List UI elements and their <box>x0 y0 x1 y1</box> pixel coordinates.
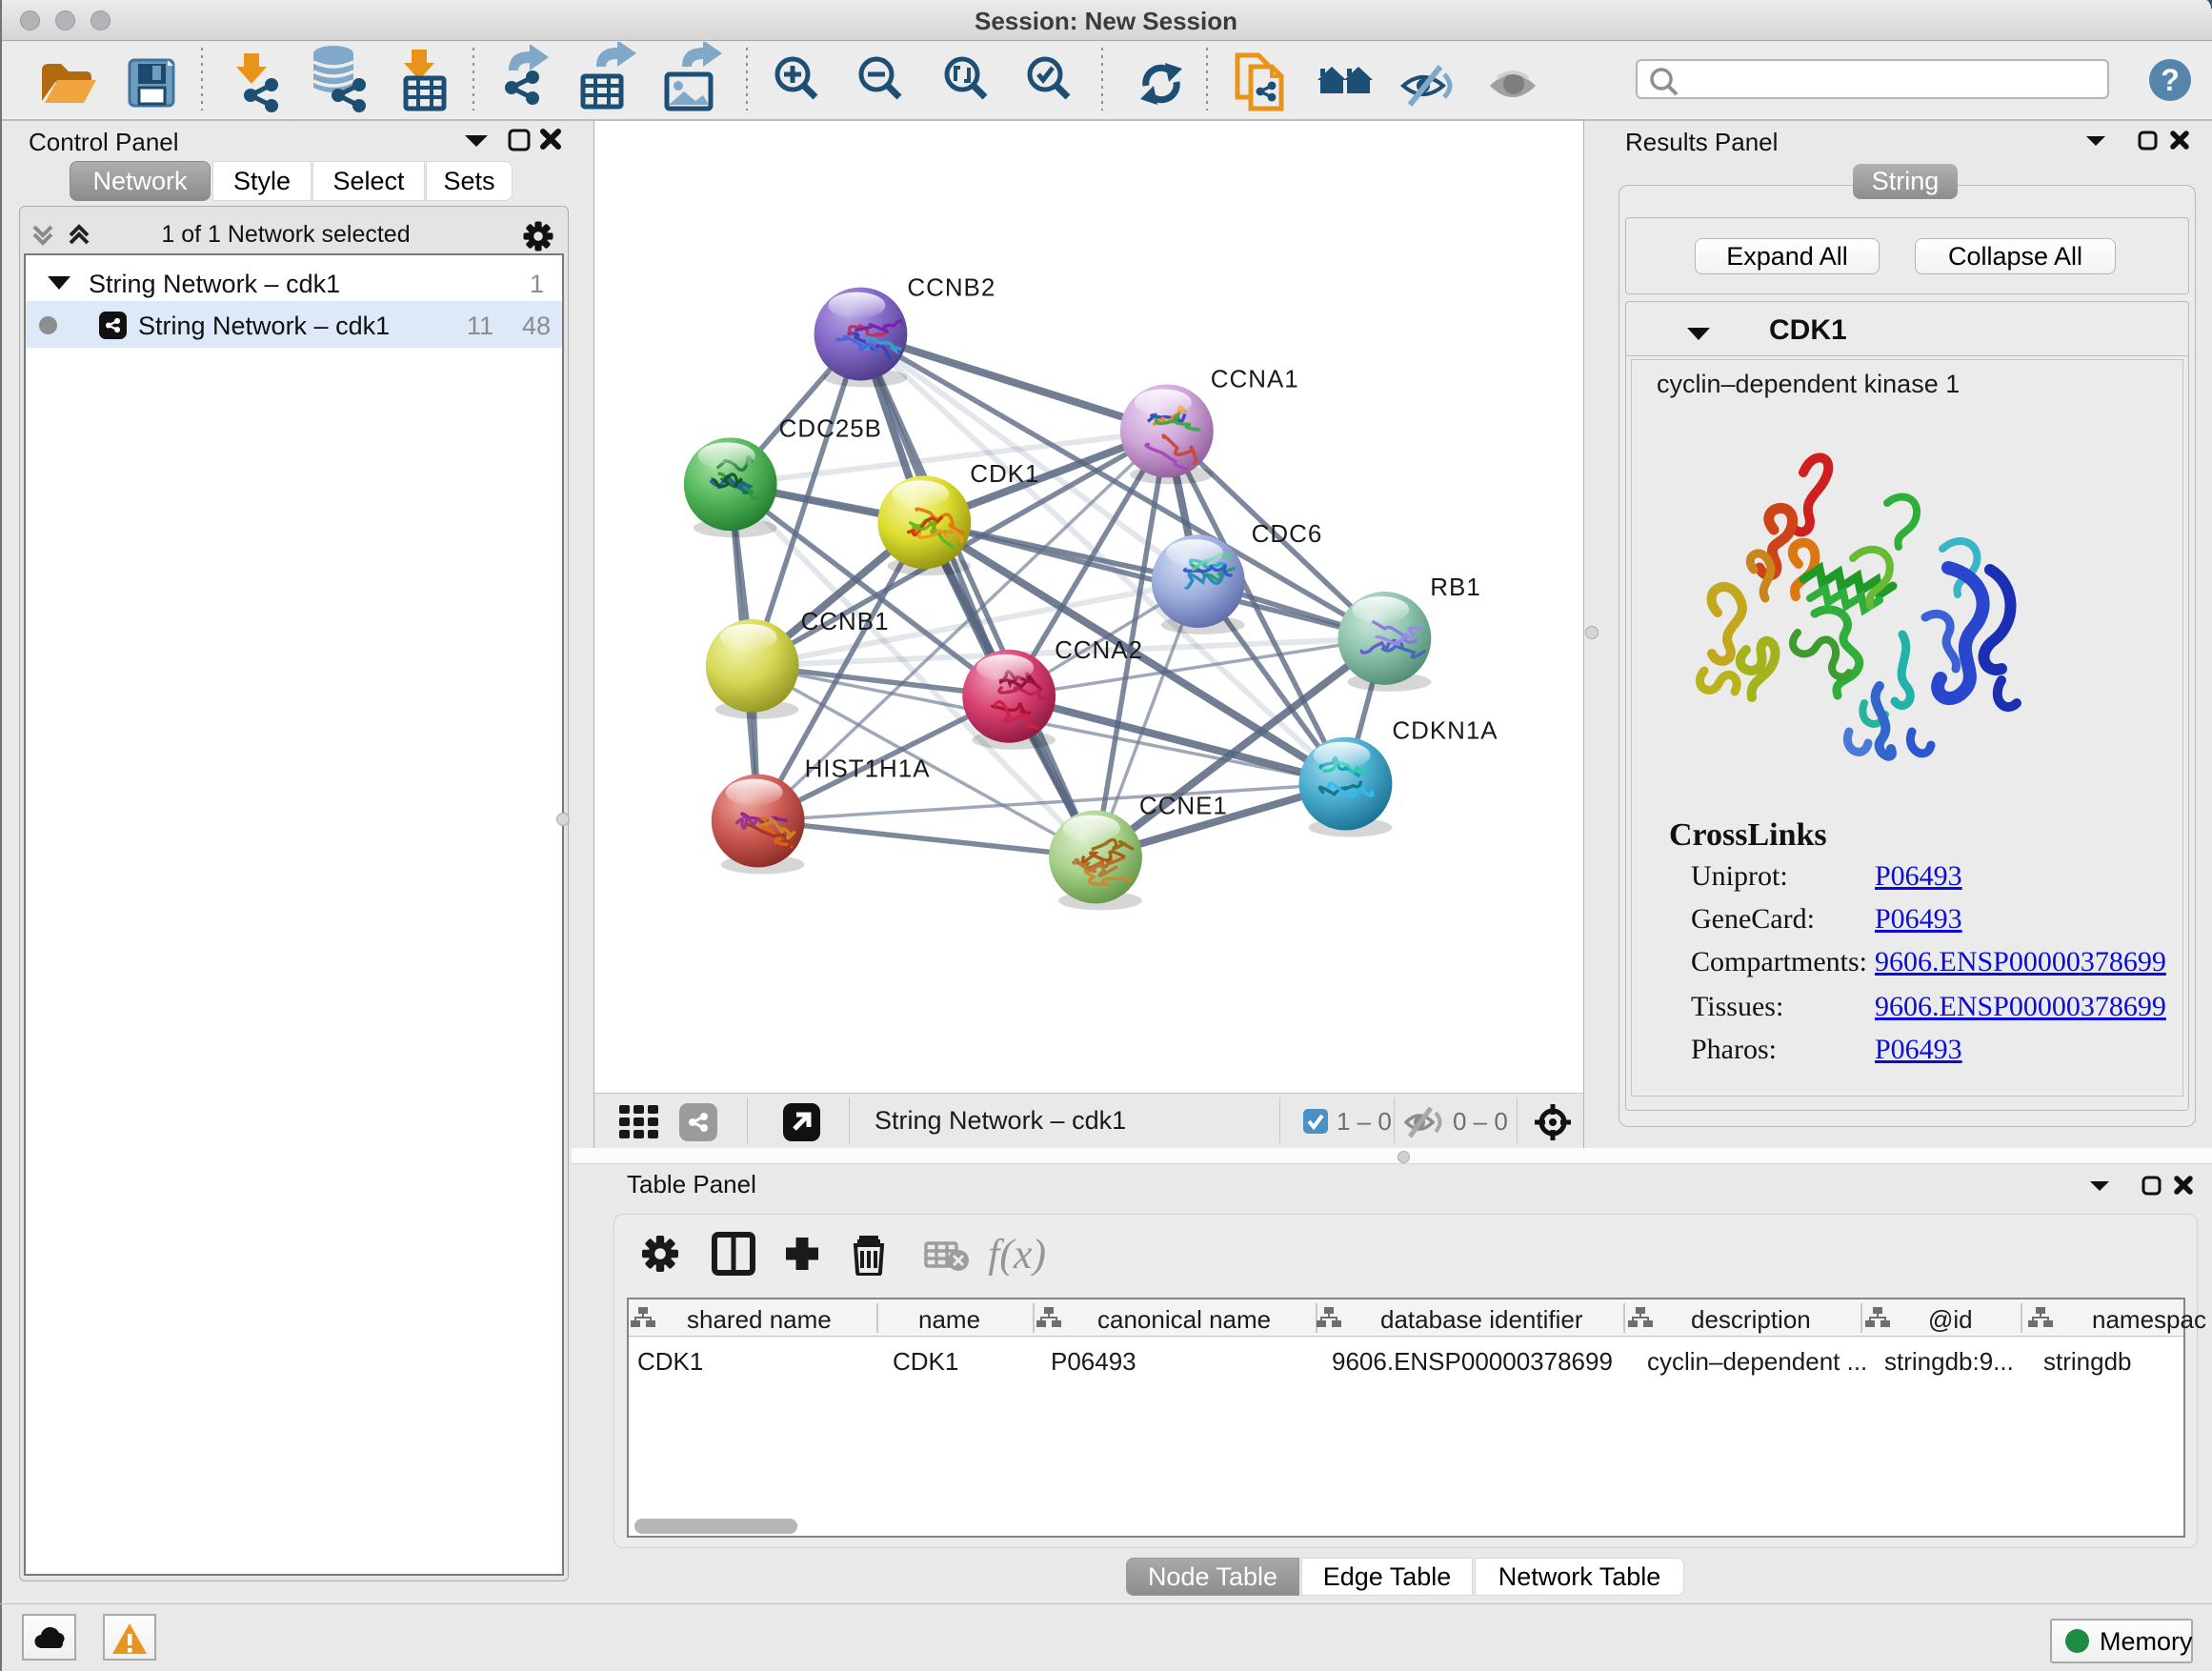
svg-text:CDKN1A: CDKN1A <box>1392 718 1498 745</box>
svg-text:CDC6: CDC6 <box>1252 521 1323 548</box>
svg-text:CCNB2: CCNB2 <box>907 275 995 302</box>
svg-text:CCNB1: CCNB1 <box>801 609 890 635</box>
svg-text:CCNA1: CCNA1 <box>1211 366 1299 393</box>
svg-text:CDK1: CDK1 <box>970 461 1039 488</box>
svg-text:CCNE1: CCNE1 <box>1139 794 1228 820</box>
svg-text:CDC25B: CDC25B <box>779 415 882 442</box>
svg-text:CCNA2: CCNA2 <box>1055 637 1143 664</box>
svg-text:RB1: RB1 <box>1430 574 1480 601</box>
svg-text:f(x): f(x) <box>988 1232 1046 1276</box>
svg-text:HIST1H1A: HIST1H1A <box>805 756 931 783</box>
